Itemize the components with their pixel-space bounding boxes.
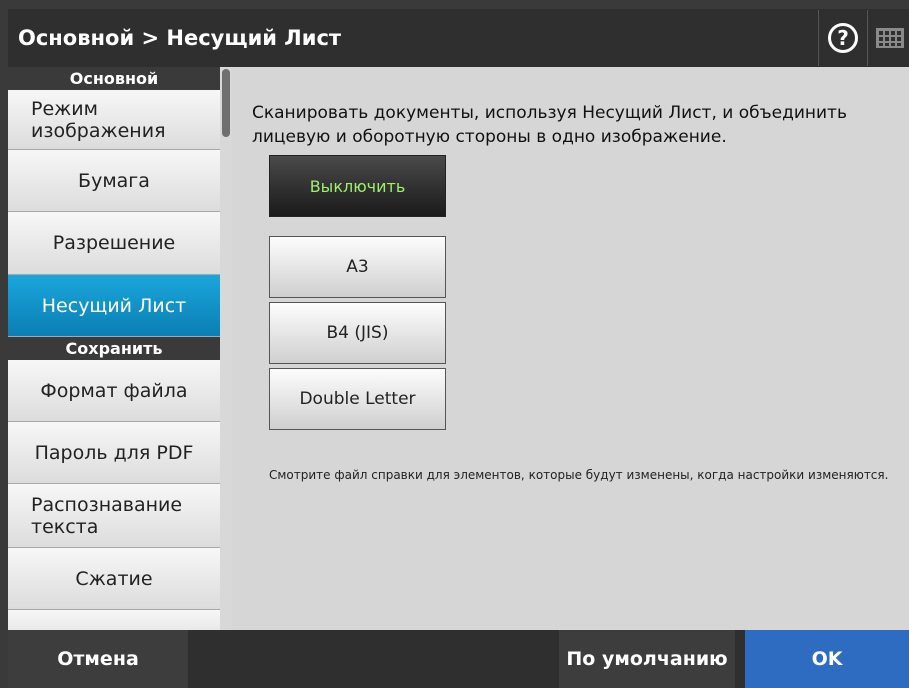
scrollbar-thumb[interactable] (222, 69, 230, 137)
settings-panel: Сканировать документы, используя Несущий… (232, 67, 909, 630)
sidebar-item-label: Распознавание текста (31, 493, 183, 538)
sidebar-item-label: Бумага (78, 169, 150, 192)
sidebar-section-save: Сохранить (8, 337, 220, 360)
help-note: Смотрите файл справки для элементов, кот… (269, 468, 889, 482)
option-label: Выключить (309, 176, 406, 196)
sidebar: Основной Режим изображения Бумага Разреш… (8, 67, 232, 630)
sidebar-section-basic: Основной (8, 67, 220, 90)
app-window: Основной > Несущий Лист ? Основной Режим… (8, 9, 909, 688)
sidebar-item-label: Разрешение (52, 232, 176, 254)
sidebar-item-label: Пароль для PDF (34, 441, 194, 464)
sidebar-item-paper[interactable]: Бумага (8, 150, 220, 212)
description-text: Сканировать документы, используя Несущий… (252, 103, 847, 147)
default-button[interactable]: По умолчанию (559, 630, 735, 688)
sidebar-item-partial (8, 610, 220, 630)
option-a3-button[interactable]: A3 (269, 236, 446, 298)
option-label: A3 (346, 257, 369, 277)
sidebar-item-label: Несущий Лист (41, 294, 187, 317)
footer-bar: Отмена По умолчанию OK (8, 630, 909, 688)
page-title: Основной > Несущий Лист (18, 26, 342, 50)
option-label: B4 (JIS) (326, 323, 389, 343)
option-off-button[interactable]: Выключить (269, 155, 446, 217)
sidebar-item-label: Формат файла (40, 379, 188, 402)
sidebar-item-text-recognition[interactable]: Распознавание текста (8, 484, 220, 548)
sidebar-item-label: Режим изображения (31, 97, 166, 142)
sidebar-item-pdf-password[interactable]: Пароль для PDF (8, 422, 220, 484)
sidebar-item-label: Сжатие (75, 567, 153, 590)
help-button[interactable]: ? (818, 10, 868, 66)
title-bar: Основной > Несущий Лист ? (8, 9, 909, 67)
sidebar-item-compression[interactable]: Сжатие (8, 548, 220, 610)
sidebar-scrollbar[interactable] (220, 67, 232, 630)
cancel-button[interactable]: Отмена (8, 630, 188, 688)
sidebar-item-resolution[interactable]: Разрешение (8, 212, 220, 275)
keyboard-icon (875, 28, 904, 48)
keyboard-button[interactable] (870, 10, 909, 66)
option-b4-button[interactable]: B4 (JIS) (269, 302, 446, 364)
help-icon: ? (828, 23, 858, 53)
sidebar-item-carrier-sheet[interactable]: Несущий Лист (8, 275, 220, 337)
option-label: Double Letter (299, 389, 416, 409)
option-double-letter-button[interactable]: Double Letter (269, 368, 446, 430)
sidebar-item-image-mode[interactable]: Режим изображения (8, 90, 220, 150)
sidebar-item-file-format[interactable]: Формат файла (8, 360, 220, 422)
ok-button[interactable]: OK (745, 630, 909, 688)
